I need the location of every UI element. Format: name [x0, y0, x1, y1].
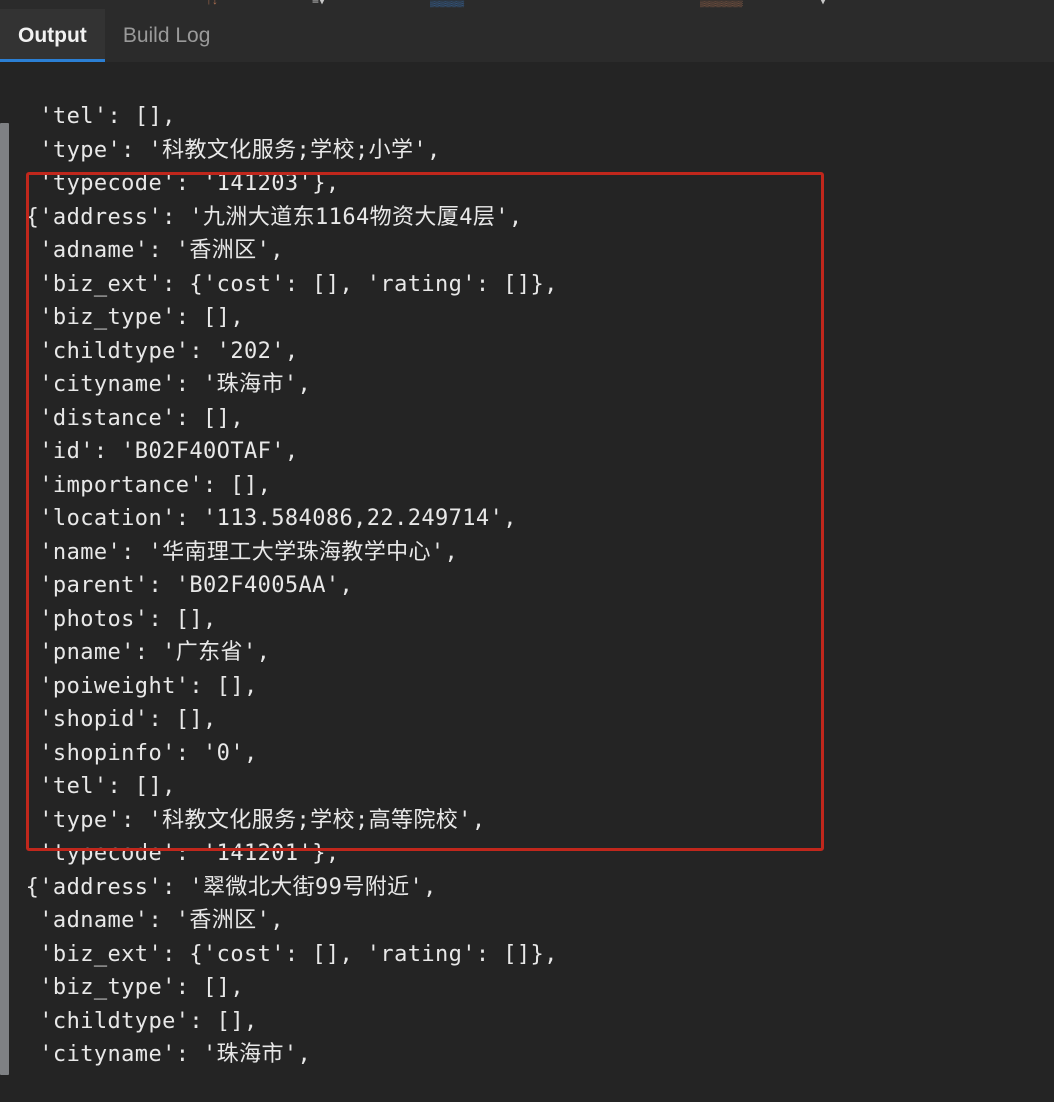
tab-build-log[interactable]: Build Log — [105, 9, 229, 62]
vertical-scrollbar[interactable] — [0, 62, 9, 1102]
console-line: 'tel': [], — [12, 104, 176, 129]
toolbar-fragment-4: ▒▒▒▒▒ — [700, 0, 743, 7]
tabbar-empty-area — [228, 9, 1054, 62]
tab-output-label: Output — [18, 23, 87, 47]
console-line: 'importance': [], — [12, 472, 272, 498]
console-line: 'shopinfo': '0', — [12, 740, 258, 766]
console-line: 'cityname': '珠海市', — [12, 1042, 312, 1067]
console-line: 'name': '华南理工大学珠海教学中心', — [12, 539, 459, 565]
console-line: 'tel': [], — [12, 774, 176, 799]
console-line: 'adname': '香洲区', — [12, 908, 284, 933]
console-line: 'typecode': '141201'}, — [12, 841, 340, 866]
console-line: 'poiweight': [], — [12, 673, 258, 699]
toolbar-fragment-5: ▾ — [820, 0, 827, 7]
console-line: 'id': 'B02F40OTAF', — [12, 439, 299, 464]
console-line: 'photos': [], — [12, 606, 217, 632]
console-line: {'address': '九洲大道东1164物资大厦4层', — [12, 204, 523, 230]
console-line: 'type': '科教文化服务;学校;高等院校', — [12, 807, 486, 833]
output-console-content: 'tel': [], 'type': '科教文化服务;学校;小学', 'type… — [0, 62, 1054, 1102]
console-line: 'cityname': '珠海市', — [12, 372, 312, 397]
console-text: 'tel': [], 'type': '科教文化服务;学校;小学', 'type… — [12, 100, 1052, 1072]
console-line: 'adname': '香洲区', — [12, 238, 284, 263]
console-line: 'type': '科教文化服务;学校;小学', — [12, 137, 441, 163]
console-line: 'shopid': [], — [12, 707, 217, 732]
output-console[interactable]: 'tel': [], 'type': '科教文化服务;学校;小学', 'type… — [0, 62, 1054, 1102]
panel-tabbar: Output Build Log — [0, 9, 1054, 62]
console-line: 'typecode': '141203'}, — [12, 171, 340, 196]
toolbar-fragment-2: ≡▾ — [312, 0, 326, 7]
console-line: 'distance': [], — [12, 405, 244, 431]
toolbar-fragment-1: ↑↓ — [206, 0, 218, 7]
console-line: 'location': '113.584086,22.249714', — [12, 506, 517, 531]
toolbar-fragment-3: ▒▒▒▒ — [430, 0, 465, 7]
console-line: 'biz_ext': {'cost': [], 'rating': []}, — [12, 941, 558, 967]
console-line: {'address': '翠微北大街99号附近', — [12, 874, 437, 900]
console-line: 'childtype': '202', — [12, 338, 299, 364]
console-line: 'biz_ext': {'cost': [], 'rating': []}, — [12, 271, 558, 297]
console-line: 'biz_type': [], — [12, 305, 244, 330]
console-line: 'parent': 'B02F4005AA', — [12, 573, 354, 598]
console-line: 'biz_type': [], — [12, 975, 244, 1000]
tab-build-log-label: Build Log — [122, 23, 211, 47]
console-line: 'pname': '广东省', — [12, 640, 271, 665]
scrollbar-thumb[interactable] — [0, 123, 9, 1075]
console-line: 'childtype': [], — [12, 1008, 258, 1034]
clipped-toolbar: ↑↓ ≡▾ ▒▒▒▒ ▒▒▒▒▒ ▾ — [0, 0, 1054, 9]
tab-output[interactable]: Output — [0, 9, 105, 62]
